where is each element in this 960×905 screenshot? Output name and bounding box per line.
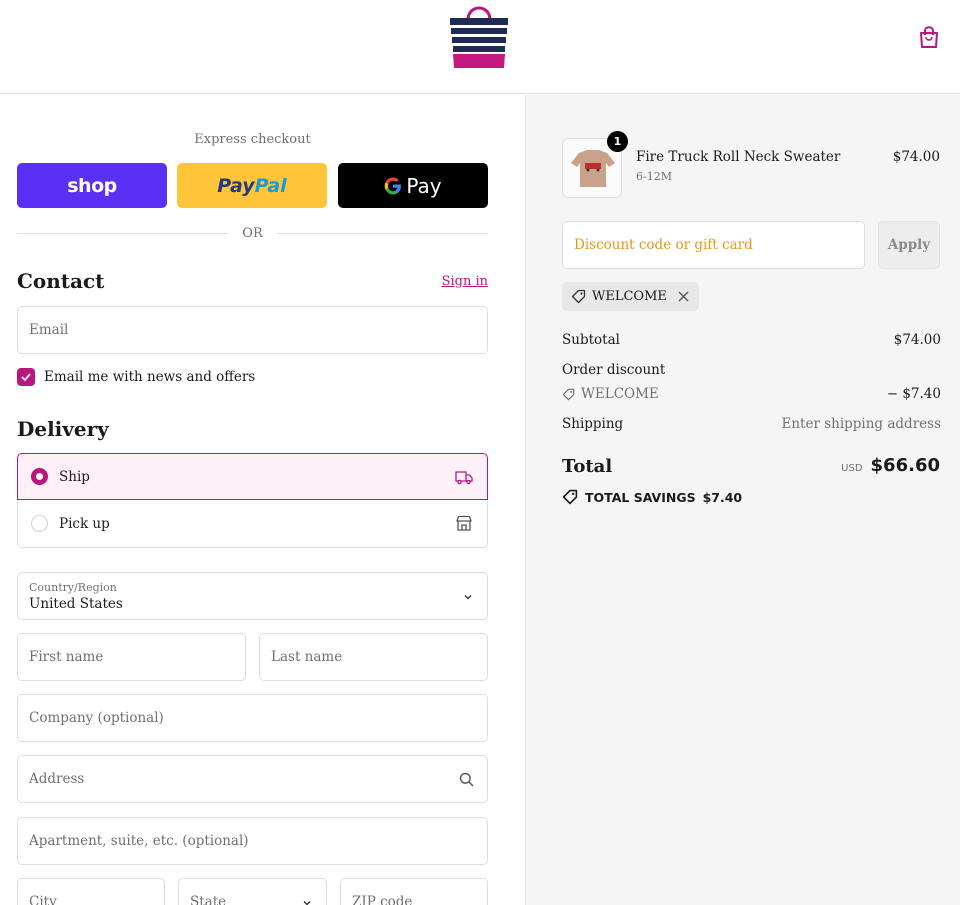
- subtotal-label: Subtotal: [562, 332, 620, 348]
- discount-code-name: WELCOME: [581, 386, 659, 402]
- or-divider: OR: [17, 225, 489, 241]
- store-icon: [456, 515, 472, 531]
- tag-icon: [562, 388, 575, 400]
- shopping-bag-icon[interactable]: [918, 25, 940, 49]
- paypal-label-2: Pal: [254, 174, 287, 197]
- delivery-option-ship[interactable]: Ship: [17, 453, 488, 500]
- discount-code-row: WELCOME − $7.40: [562, 386, 941, 402]
- express-checkout-label: Express checkout: [194, 132, 311, 147]
- shop-pay-button[interactable]: shop: [17, 163, 167, 208]
- applied-discount-chip: WELCOME: [562, 282, 699, 311]
- shop-pay-label: shop: [67, 174, 117, 197]
- tote-bag-logo[interactable]: [446, 2, 512, 70]
- paypal-button[interactable]: Pay Pal: [177, 163, 327, 208]
- close-icon[interactable]: [677, 290, 690, 303]
- tag-icon: [571, 289, 586, 304]
- newsletter-label: Email me with news and offers: [44, 369, 256, 385]
- apartment-placeholder: Apartment, suite, etc. (optional): [29, 833, 249, 849]
- email-placeholder: Email: [29, 322, 69, 338]
- last-name-field[interactable]: Last name: [259, 633, 488, 681]
- first-name-placeholder: First name: [29, 649, 104, 665]
- quantity-badge: 1: [607, 131, 628, 152]
- pickup-label: Pick up: [59, 515, 110, 532]
- country-value: United States: [29, 596, 123, 612]
- gpay-label: Pay: [406, 173, 442, 198]
- ship-radio[interactable]: [31, 468, 48, 485]
- first-name-field[interactable]: First name: [17, 633, 246, 681]
- last-name-placeholder: Last name: [271, 649, 343, 665]
- tag-icon: [562, 489, 578, 505]
- search-icon: [459, 772, 474, 787]
- company-field[interactable]: Company (optional): [17, 694, 488, 742]
- subtotal-value: $74.00: [893, 332, 941, 348]
- zip-field[interactable]: ZIP code: [340, 878, 488, 905]
- header: [0, 0, 960, 94]
- discount-placeholder: Discount code or gift card: [574, 237, 753, 253]
- company-placeholder: Company (optional): [29, 710, 164, 726]
- total-savings: TOTAL SAVINGS $7.40: [562, 489, 742, 505]
- checkout-form: Express checkout shop Pay Pal Pay OR Cont…: [0, 95, 525, 905]
- google-g-icon: [385, 177, 402, 194]
- delivery-option-pickup[interactable]: Pick up: [17, 500, 488, 548]
- shipping-value: Enter shipping address: [781, 416, 941, 432]
- total-value: $66.60: [870, 455, 940, 476]
- newsletter-checkbox[interactable]: [17, 368, 35, 386]
- email-field[interactable]: Email: [17, 306, 488, 354]
- savings-label: TOTAL SAVINGS: [585, 489, 696, 505]
- total-label: Total: [562, 456, 613, 477]
- shipping-label: Shipping: [562, 416, 624, 432]
- google-pay-button[interactable]: Pay: [338, 163, 488, 208]
- discount-value: − $7.40: [886, 386, 941, 402]
- order-discount-row: Order discount: [562, 362, 941, 378]
- newsletter-option[interactable]: Email me with news and offers: [17, 368, 255, 386]
- order-discount-label: Order discount: [562, 362, 666, 378]
- applied-code: WELCOME: [592, 289, 667, 304]
- address-placeholder: Address: [29, 771, 85, 787]
- product-price: $74.00: [892, 149, 940, 165]
- currency-code: USD: [841, 463, 863, 474]
- delivery-title: Delivery: [17, 417, 109, 441]
- chevron-down-icon: [464, 595, 472, 600]
- or-text: OR: [242, 225, 263, 241]
- shipping-row: Shipping Enter shipping address: [562, 416, 941, 432]
- chevron-down-icon: [303, 901, 311, 905]
- subtotal-row: Subtotal $74.00: [562, 332, 941, 348]
- state-placeholder: State: [190, 894, 227, 905]
- city-placeholder: City: [29, 894, 57, 905]
- savings-value: $7.40: [702, 489, 743, 505]
- pickup-radio[interactable]: [31, 515, 48, 532]
- address-field[interactable]: Address: [17, 755, 488, 803]
- zip-placeholder: ZIP code: [352, 894, 413, 905]
- city-field[interactable]: City: [17, 878, 165, 905]
- country-label: Country/Region: [29, 581, 117, 594]
- check-icon: [21, 373, 31, 382]
- ship-label: Ship: [59, 468, 90, 485]
- country-select[interactable]: Country/Region United States: [17, 572, 488, 620]
- paypal-label-1: Pay: [217, 174, 255, 197]
- order-summary: 1 Fire Truck Roll Neck Sweater 6-12M $74…: [525, 95, 960, 905]
- apartment-field[interactable]: Apartment, suite, etc. (optional): [17, 817, 488, 865]
- state-select[interactable]: State: [178, 878, 327, 905]
- apply-button[interactable]: Apply: [878, 221, 940, 269]
- sign-in-link[interactable]: Sign in: [420, 274, 488, 289]
- contact-title: Contact: [17, 269, 105, 293]
- product-name: Fire Truck Roll Neck Sweater: [636, 149, 841, 165]
- truck-icon: [455, 471, 473, 485]
- discount-code-input[interactable]: Discount code or gift card: [562, 221, 865, 269]
- total-value-group: USD $66.60: [841, 455, 940, 476]
- product-variant: 6-12M: [636, 170, 672, 183]
